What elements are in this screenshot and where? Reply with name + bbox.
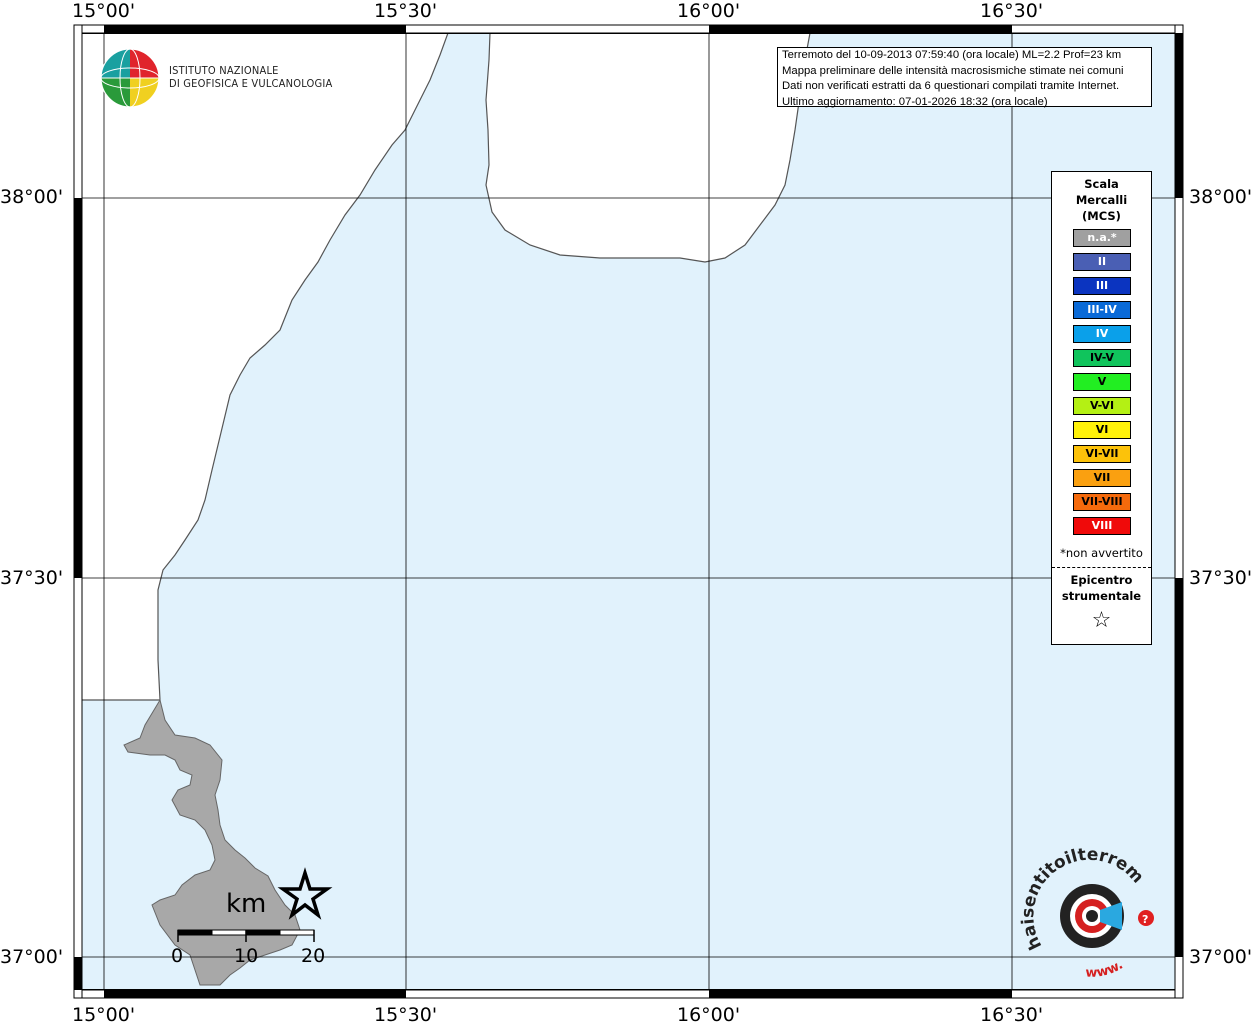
legend-title: Scala Mercalli (MCS) (1052, 176, 1151, 224)
scalebar-unit: km (226, 889, 267, 919)
legend-epicenter-line2: strumentale (1061, 589, 1142, 603)
legend-item-iii-iv: III-IV (1073, 301, 1131, 319)
legend-item-iv-v: IV-V (1073, 349, 1131, 367)
legend-item-vi: VI (1073, 421, 1131, 439)
info-line-map: Mappa preliminare delle intensità macros… (782, 64, 1124, 77)
legend-star-icon: ☆ (1091, 608, 1112, 633)
legend-item-vi-vii: VI-VII (1073, 445, 1131, 463)
scalebar-tick-10: 10 (234, 945, 259, 967)
legend-na-note: *non avvertito (1060, 546, 1143, 560)
lon-label-bottom-1500: 15°00' (72, 1004, 136, 1026)
legend-item-vii-viii: VII-VIII (1073, 493, 1131, 511)
scalebar-tick-20: 20 (301, 945, 326, 967)
legend-title-line3: (MCS) (1082, 209, 1121, 223)
lat-label-right-3730: 37°30' (1189, 567, 1253, 589)
legend-item-vii: VII (1073, 469, 1131, 487)
legend-item-viii: VIII (1073, 517, 1131, 535)
legend-title-line2: Mercalli (1075, 193, 1128, 207)
lon-label-bottom-1530: 15°30' (374, 1004, 438, 1026)
info-line-event: Terremoto del 10-09-2013 07:59:40 (ora l… (782, 49, 1122, 61)
lat-label-left-3730: 37°30' (0, 567, 64, 589)
mcs-legend: Scala Mercalli (MCS) n.a.* II III III-IV IV I… (1051, 171, 1152, 645)
info-line-data: Dati non verificati estratti da 6 questi… (782, 80, 1120, 92)
lat-label-right-3700: 37°00' (1189, 946, 1253, 968)
lat-label-left-3800: 38°00' (0, 186, 64, 208)
lon-label-top-1600: 16°00' (677, 0, 741, 22)
legend-item-ii: II (1073, 253, 1131, 271)
institute-name: ISTITUTO NAZIONALE DI GEOFISICA E VULCAN… (169, 64, 332, 90)
lat-label-right-3800: 38°00' (1189, 186, 1253, 208)
legend-separator (1052, 567, 1151, 568)
lon-label-top-1530: 15°30' (374, 0, 438, 22)
institute-name-line1: ISTITUTO NAZIONALE (169, 64, 279, 77)
legend-item-iii: III (1073, 277, 1131, 295)
institute-name-line2: DI GEOFISICA E VULCANOLOGIA (169, 77, 333, 90)
info-line-updated: Ultimo aggiornamento: 07-01-2026 18:32 (… (782, 95, 1048, 108)
legend-item-v-vi: V-VI (1073, 397, 1131, 415)
lon-label-bottom-1600: 16°00' (677, 1004, 741, 1026)
earthquake-info-box: Terremoto del 10-09-2013 07:59:40 (ora l… (777, 47, 1152, 108)
scalebar-tick-0: 0 (171, 945, 184, 967)
legend-title-line1: Scala (1084, 177, 1119, 191)
lon-label-top-1500: 15°00' (72, 0, 136, 22)
legend-item-v: V (1073, 373, 1131, 391)
lat-label-left-3700: 37°00' (0, 946, 64, 968)
ingv-logo-icon (100, 48, 160, 108)
legend-epicenter-label: Epicentro strumentale (1052, 572, 1151, 604)
legend-epicenter-line1: Epicentro (1070, 573, 1133, 587)
lon-label-bottom-1630: 16°30' (980, 1004, 1044, 1026)
legend-item-na: n.a.* (1073, 229, 1131, 247)
lon-label-top-1630: 16°30' (980, 0, 1044, 22)
svg-text:?: ? (1142, 913, 1148, 926)
legend-item-iv: IV (1073, 325, 1131, 343)
